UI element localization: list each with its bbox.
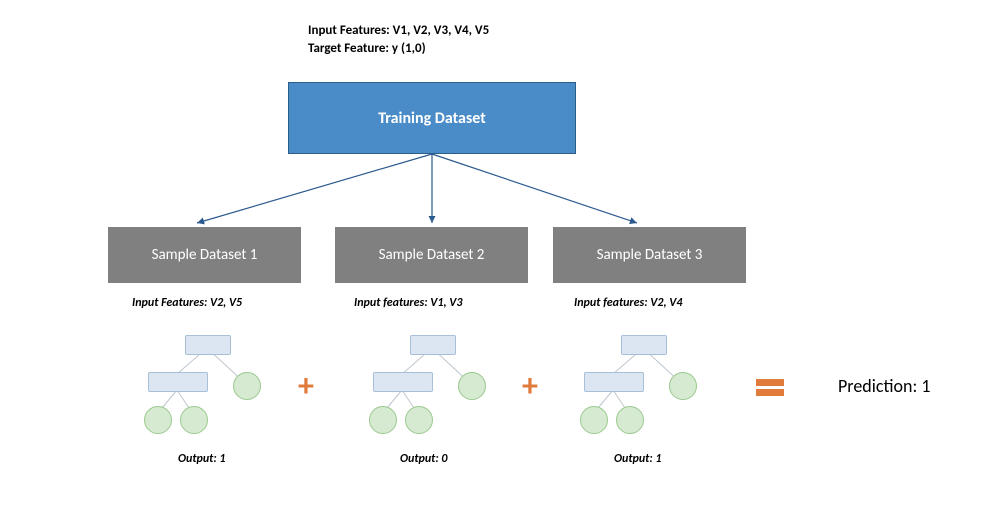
- tree1-output: Output: 1: [178, 452, 225, 466]
- plus-icon-2: +: [522, 370, 538, 402]
- plus-icon-1: +: [298, 370, 314, 402]
- equals-icon: [756, 376, 784, 399]
- tree3-left: [584, 372, 644, 392]
- tree2-right-leaf: [458, 372, 486, 400]
- tree2-root: [410, 335, 456, 355]
- tree3-root: [621, 335, 667, 355]
- prediction-label: Prediction: 1: [838, 375, 930, 397]
- tree1-leaf-a: [144, 406, 172, 434]
- tree1-right-leaf: [233, 372, 261, 400]
- tree2-leaf-b: [405, 406, 433, 434]
- tree3-output: Output: 1: [614, 452, 661, 466]
- tree2-left: [373, 372, 433, 392]
- tree1-root: [185, 335, 231, 355]
- tree-connectors: [0, 0, 1000, 519]
- tree2-output: Output: 0: [400, 452, 447, 466]
- tree2-leaf-a: [369, 406, 397, 434]
- tree3-right-leaf: [669, 372, 697, 400]
- tree3-leaf-b: [616, 406, 644, 434]
- tree3-leaf-a: [580, 406, 608, 434]
- tree1-leaf-b: [180, 406, 208, 434]
- tree1-left: [148, 372, 208, 392]
